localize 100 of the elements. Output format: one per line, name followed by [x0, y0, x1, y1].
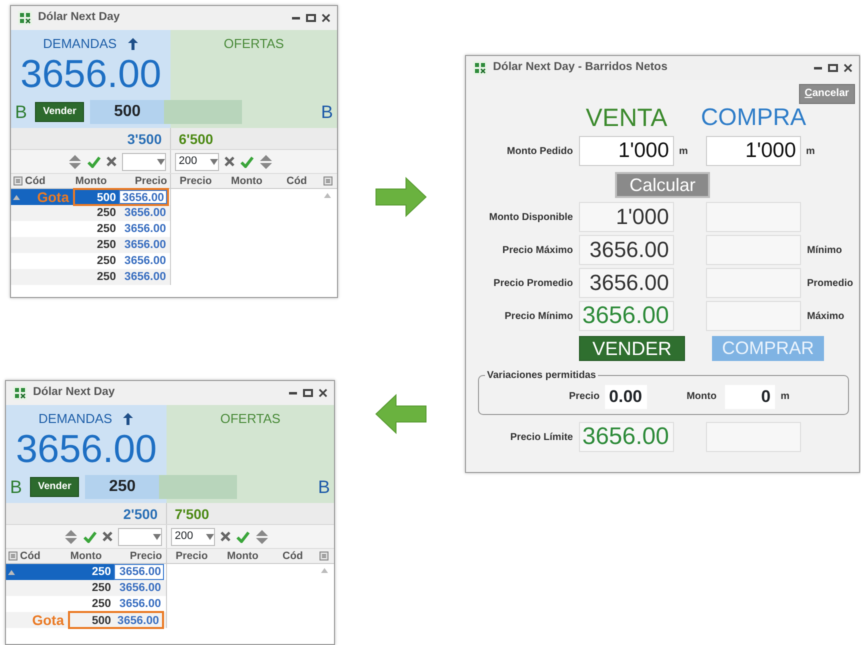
venta-heading: VENTA: [584, 104, 668, 132]
column-header[interactable]: Precio: [117, 174, 167, 188]
column-header[interactable]: Precio: [166, 549, 217, 563]
bid-price: 3656.00: [16, 428, 157, 470]
unit-label: m: [678, 144, 689, 159]
maximize-icon[interactable]: [306, 13, 316, 23]
table-cell-text: 250: [96, 238, 117, 253]
dropdown-caret-icon[interactable]: [210, 158, 218, 164]
app-logo-icon: [12, 385, 28, 401]
field-label: Precio Promedio: [492, 276, 574, 291]
right-arrow: [374, 176, 428, 218]
ask-quantity-field[interactable]: [159, 475, 238, 499]
column-header[interactable]: Precio: [112, 549, 162, 563]
column-menu-icon[interactable]: [8, 551, 18, 561]
field-label: Monto Pedido: [506, 144, 574, 159]
up-down-arrows-icon[interactable]: [64, 528, 78, 544]
column-header[interactable]: Monto: [220, 174, 273, 188]
scroll-up-icon: [13, 194, 20, 200]
input-field[interactable]: 0.00: [604, 384, 647, 409]
order-row[interactable]: 250 3656.00: [11, 205, 170, 221]
order-row[interactable]: 250 3656.00: [6, 564, 166, 580]
column-header[interactable]: Cód: [25, 174, 65, 188]
input-field[interactable]: 1'000: [579, 136, 674, 166]
maximize-icon[interactable]: [303, 388, 313, 398]
maximize-icon[interactable]: [828, 63, 838, 73]
bid-total: 2'500: [6, 503, 167, 524]
x-icon[interactable]: [106, 156, 117, 167]
sell-button[interactable]: Vender: [35, 102, 84, 122]
ask-quantity-field[interactable]: [164, 100, 242, 124]
table-cell-text: 250: [96, 206, 117, 221]
column-header[interactable]: Cód: [20, 549, 60, 563]
column-header[interactable]: Monto: [216, 549, 269, 563]
table-cell-text: 3656.00: [123, 270, 167, 285]
order-row[interactable]: Gota 500 3656.00: [6, 612, 166, 628]
input-field[interactable]: 1'000: [706, 136, 801, 166]
field-label: Máximo: [806, 310, 844, 324]
table-cell-text: 3656.00: [118, 581, 162, 596]
order-row[interactable]: 250 3656.00: [11, 237, 170, 253]
calculate-button[interactable]: Calcular: [615, 172, 710, 198]
side-letter: B: [318, 476, 330, 498]
sell-button[interactable]: Vender: [30, 477, 80, 497]
field-label: Precio Mínimo: [504, 310, 574, 324]
quantity-field[interactable]: 500: [90, 100, 164, 124]
close-icon[interactable]: [321, 13, 331, 23]
bid-dropdown[interactable]: [118, 528, 162, 546]
column-header[interactable]: Precio: [170, 174, 221, 188]
order-row[interactable]: 250 3656.00: [11, 221, 170, 237]
dropdown-caret-icon[interactable]: [206, 534, 214, 540]
column-header[interactable]: Monto: [65, 174, 117, 188]
window-title: Dólar Next Day: [38, 10, 120, 26]
table-cell-text: 250: [90, 597, 112, 612]
sell-button[interactable]: VENDER: [579, 336, 685, 361]
bid-dropdown[interactable]: [122, 152, 166, 170]
bid-total: 3'500: [11, 128, 171, 149]
ask-dropdown[interactable]: 200: [170, 528, 215, 546]
value-field: 3656.00: [579, 422, 674, 452]
column-menu-icon[interactable]: [13, 176, 23, 186]
column-header[interactable]: Cód: [268, 549, 317, 563]
close-icon[interactable]: [843, 63, 853, 73]
up-down-arrows-icon[interactable]: [258, 154, 273, 170]
x-icon[interactable]: [220, 531, 231, 542]
field-label: Precio Límite: [509, 430, 574, 445]
unit-label: m: [780, 390, 790, 404]
column-menu-icon[interactable]: [318, 551, 329, 561]
annotation-label: Gota: [32, 610, 64, 630]
x-icon[interactable]: [102, 531, 113, 542]
order-row[interactable]: 250 3656.00: [11, 253, 170, 269]
check-icon[interactable]: [240, 156, 254, 168]
check-icon[interactable]: [236, 530, 250, 542]
field-label: Monto: [686, 390, 717, 404]
ask-heading: OFERTAS: [224, 35, 284, 53]
dropdown-caret-icon[interactable]: [152, 534, 161, 540]
column-menu-icon[interactable]: [322, 176, 333, 186]
close-icon[interactable]: [318, 388, 328, 398]
side-letter: B: [15, 100, 28, 124]
value-field: 3656.00: [579, 301, 674, 332]
order-row[interactable]: 250 3656.00: [6, 596, 166, 612]
up-down-arrows-icon[interactable]: [68, 154, 82, 170]
table-cell-text: 250: [90, 581, 112, 596]
cancel-button[interactable]: Cancelar: [798, 84, 855, 104]
check-icon[interactable]: [86, 156, 101, 168]
column-header[interactable]: Cód: [272, 174, 321, 188]
dropdown-caret-icon[interactable]: [156, 158, 165, 164]
x-icon[interactable]: [224, 156, 235, 167]
scroll-up-icon: [324, 193, 331, 198]
value-field: 3656.00: [579, 235, 674, 266]
window-title: Dólar Next Day: [33, 385, 115, 400]
column-header[interactable]: Monto: [60, 549, 112, 563]
check-icon[interactable]: [82, 530, 97, 542]
ask-total: 7'500: [174, 505, 210, 524]
ask-dropdown[interactable]: 200: [174, 152, 219, 170]
app-logo-icon: [472, 60, 488, 76]
value-field: 1'000: [579, 202, 674, 232]
up-down-arrows-icon[interactable]: [254, 528, 269, 544]
input-field[interactable]: 0: [724, 384, 775, 409]
field-label: Monto Disponible: [488, 210, 574, 225]
table-cell-text: 3656.00: [123, 222, 167, 237]
quantity-field[interactable]: 250: [85, 475, 160, 499]
order-row[interactable]: 250 3656.00: [6, 580, 166, 596]
order-row[interactable]: 250 3656.00: [11, 269, 170, 285]
